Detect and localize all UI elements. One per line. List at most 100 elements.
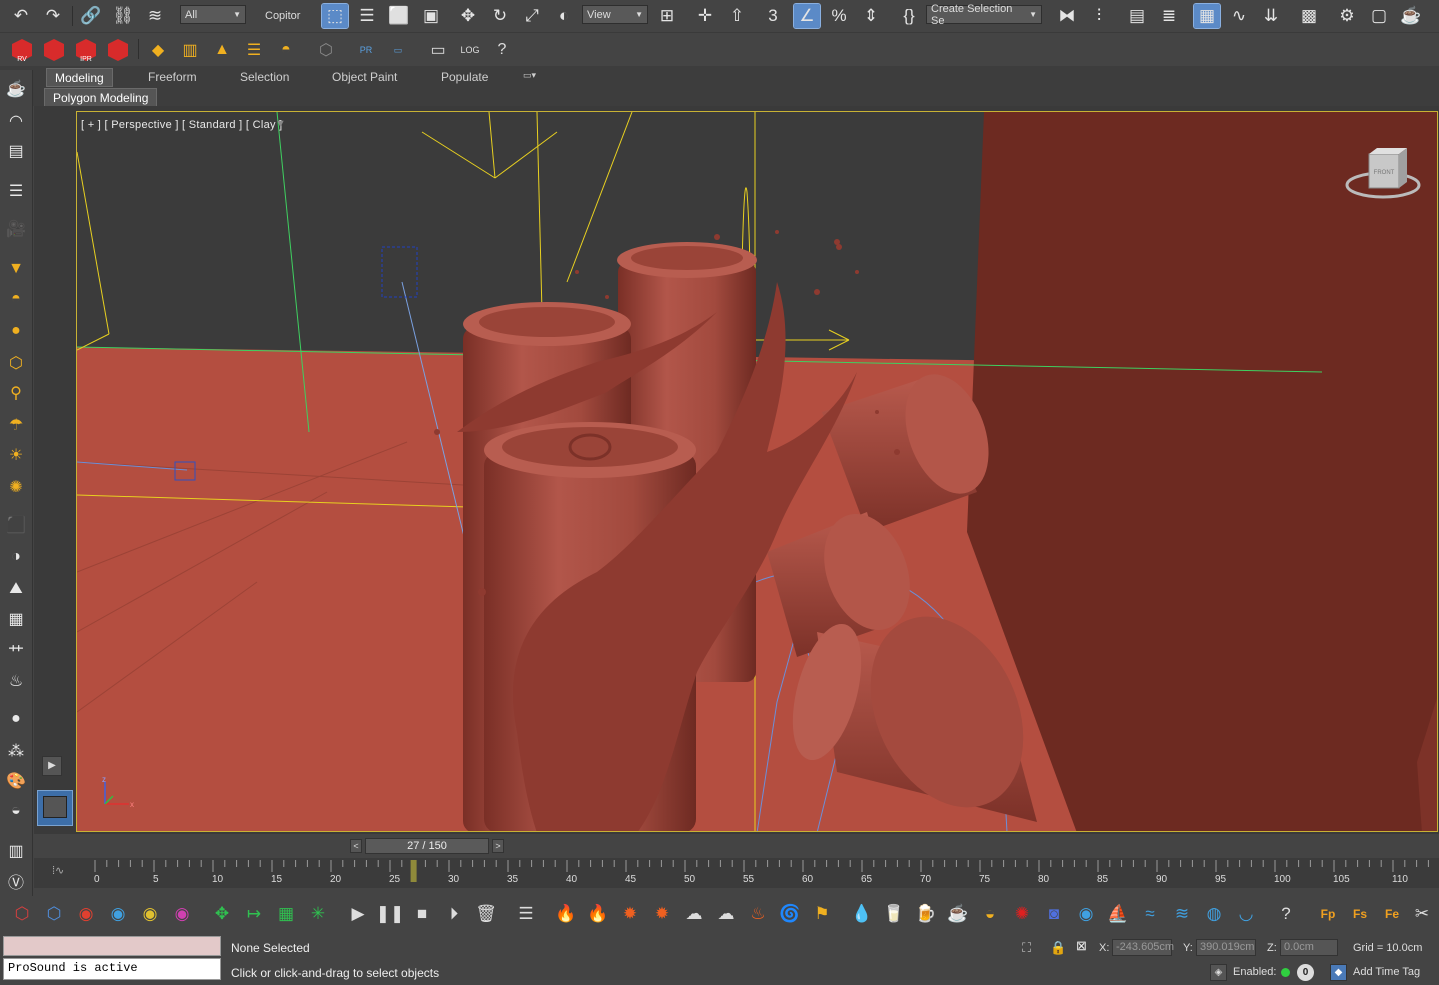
grid-emit-icon[interactable]: ▦ <box>272 900 300 928</box>
curve-editor-icon[interactable]: ∿ <box>1226 4 1252 28</box>
material-scene-icon[interactable]: ◒ <box>3 798 29 824</box>
maxscript-listener-input[interactable] <box>3 936 221 956</box>
vray-dome-side-icon[interactable]: ◓ <box>3 286 29 312</box>
emitter-icon[interactable]: ✥ <box>208 900 236 928</box>
burst-icon[interactable]: ✳ <box>304 900 332 928</box>
vray-render-icon[interactable] <box>40 37 68 63</box>
particles-circle-icon[interactable]: ◉ <box>136 900 164 928</box>
layers-side-icon[interactable]: ▥ <box>3 838 29 864</box>
terrain-icon[interactable]: ⛰ <box>3 576 29 602</box>
placement-icon[interactable]: ◐ <box>551 4 577 28</box>
bind-space-warp-icon[interactable]: ≋ <box>142 4 168 28</box>
rect-select-icon[interactable]: ⬜ <box>386 4 412 28</box>
torch-icon[interactable]: ⚑ <box>808 900 836 928</box>
swimmer-icon[interactable]: ≈ <box>1136 900 1164 928</box>
coffee-icon[interactable]: ☕ <box>944 900 972 928</box>
material-editor-icon[interactable]: ▩ <box>1296 4 1322 28</box>
fs-icon[interactable]: Fs <box>1346 900 1374 928</box>
snap-3d-icon[interactable]: 3 <box>760 4 786 28</box>
vray-spot-icon[interactable]: ⚲ <box>3 380 29 406</box>
tab-populate[interactable]: Populate <box>433 68 496 87</box>
help-bottom-icon[interactable]: ? <box>1272 900 1300 928</box>
beer-icon[interactable]: 🍺 <box>912 900 940 928</box>
viewport-filter-icon[interactable]: ▼ <box>275 118 286 130</box>
grid-icon[interactable]: ▦ <box>3 606 29 632</box>
tools-icon[interactable]: ✂ <box>1408 900 1436 928</box>
log-icon[interactable]: LOG <box>456 37 484 63</box>
teapot-icon[interactable]: ☕ <box>3 76 29 102</box>
prev-frame-icon[interactable]: < <box>350 839 362 853</box>
help-icon[interactable]: ? <box>488 37 516 63</box>
absolute-mode-icon[interactable]: ⊠ <box>1076 938 1087 954</box>
mirror-icon[interactable]: ⧓ <box>1054 4 1080 28</box>
scale-icon[interactable]: ⤢ <box>519 4 545 28</box>
vray-ies-icon[interactable]: ☂ <box>3 412 29 438</box>
time-slider-thumb[interactable]: 27 / 150 <box>365 838 489 854</box>
time-tag-icon[interactable]: ◆ <box>1330 964 1347 981</box>
cup-icon[interactable]: ◙ <box>1040 900 1068 928</box>
unlink-icon[interactable]: ⛓ <box>110 4 136 28</box>
vray-ambient-icon[interactable]: ✺ <box>3 474 29 500</box>
layer-explorer-icon[interactable]: ≣ <box>1156 4 1182 28</box>
pour-icon[interactable]: ◒ <box>976 900 1004 928</box>
align-icon[interactable]: ⫶ <box>1086 4 1112 28</box>
window-crossing-icon[interactable]: ▣ <box>418 4 444 28</box>
expand-arrow-icon[interactable]: ▶ <box>42 756 62 776</box>
angle-snap-icon[interactable]: ∠ <box>793 3 821 29</box>
viewport-layout-icon[interactable] <box>37 790 73 826</box>
box-icon[interactable]: ⬛ <box>3 512 29 538</box>
vray-fur-icon[interactable]: ☰ <box>240 37 268 63</box>
vray-dome-icon[interactable]: ◓ <box>272 37 300 63</box>
reference-coord-dropdown[interactable]: View ▼ <box>582 5 648 24</box>
schematic-icon[interactable]: ⇊ <box>1258 4 1284 28</box>
tab-object-paint[interactable]: Object Paint <box>324 68 405 87</box>
fire-preset-2-icon[interactable]: 🔥 <box>584 900 612 928</box>
render-frame-icon[interactable]: ▢ <box>1366 4 1392 28</box>
lock-icon[interactable]: 🔒 <box>1050 940 1066 956</box>
redo-icon[interactable]: ↷ <box>40 4 66 28</box>
y-coord-field[interactable]: 390.019cm <box>1196 939 1256 956</box>
step-icon[interactable]: ⏵ <box>440 900 468 928</box>
camera-icon[interactable]: 🎥 <box>3 216 29 242</box>
select-manipulate-icon[interactable]: ✛ <box>692 4 718 28</box>
smoke-icon[interactable]: ☁ <box>680 900 708 928</box>
pr-alt-icon[interactable]: ▭ <box>384 37 412 63</box>
link-icon[interactable]: 🔗 <box>78 4 104 28</box>
copitor-label[interactable]: Copitor <box>265 10 300 22</box>
render-setup-icon[interactable]: ⚙ <box>1334 4 1360 28</box>
x-coord-field[interactable]: -243.605cm <box>1112 939 1174 956</box>
drop-circle-icon[interactable]: ◉ <box>104 900 132 928</box>
explosion-2-icon[interactable]: ✹ <box>648 900 676 928</box>
vray-geo-icon[interactable]: ⬡ <box>3 350 29 376</box>
polygon-modeling-label[interactable]: Polygon Modeling <box>44 88 158 107</box>
maxscript-output[interactable]: ProSound is active <box>3 958 221 980</box>
current-frame-marker[interactable] <box>410 860 417 882</box>
fe-icon[interactable]: Fe <box>1378 900 1406 928</box>
vray-light-side-icon[interactable]: ▼ <box>3 256 29 282</box>
percent-snap-icon[interactable]: % <box>826 4 852 28</box>
move-icon[interactable]: ✥ <box>455 4 481 28</box>
list-panel-icon[interactable]: ☰ <box>512 900 540 928</box>
rotate-icon[interactable]: ↻ <box>487 4 513 28</box>
explosion-icon[interactable]: ✹ <box>616 900 644 928</box>
track-bar[interactable]: ⁞∿ 0 5 10 15 20 25 30 35 40 45 50 55 60 65 70 75 80 85 90 9… <box>34 858 1439 888</box>
wave-circle-icon[interactable]: ◉ <box>1072 900 1100 928</box>
swirl-icon[interactable]: 🌀 <box>776 900 804 928</box>
glass-icon[interactable]: 🥛 <box>880 900 908 928</box>
selection-set-dropdown[interactable]: Create Selection Se ▼ <box>926 3 1042 27</box>
pause-icon[interactable]: ❚❚ <box>376 900 405 928</box>
smoke-2-icon[interactable]: ☁ <box>712 900 740 928</box>
pr-icon[interactable]: PR <box>352 37 380 63</box>
splash-red-icon[interactable]: ✺ <box>1008 900 1036 928</box>
candle-icon[interactable]: ♨ <box>744 900 772 928</box>
ribbon-options-icon[interactable]: ▭▾ <box>515 68 544 87</box>
z-coord-field[interactable]: 0.0cm <box>1280 939 1338 956</box>
globe-icon[interactable]: ◍ <box>1200 900 1228 928</box>
select-object-icon[interactable]: ⬚ <box>321 3 349 29</box>
named-selection-icon[interactable]: {} <box>896 4 922 28</box>
enabled-count-badge[interactable]: 0 <box>1297 964 1314 981</box>
grass-icon[interactable]: ⺾ <box>3 638 29 664</box>
play-icon[interactable]: ▶ <box>344 900 372 928</box>
arrow-emit-icon[interactable]: ↦ <box>240 900 268 928</box>
bowl-icon[interactable]: ◡ <box>1232 900 1260 928</box>
